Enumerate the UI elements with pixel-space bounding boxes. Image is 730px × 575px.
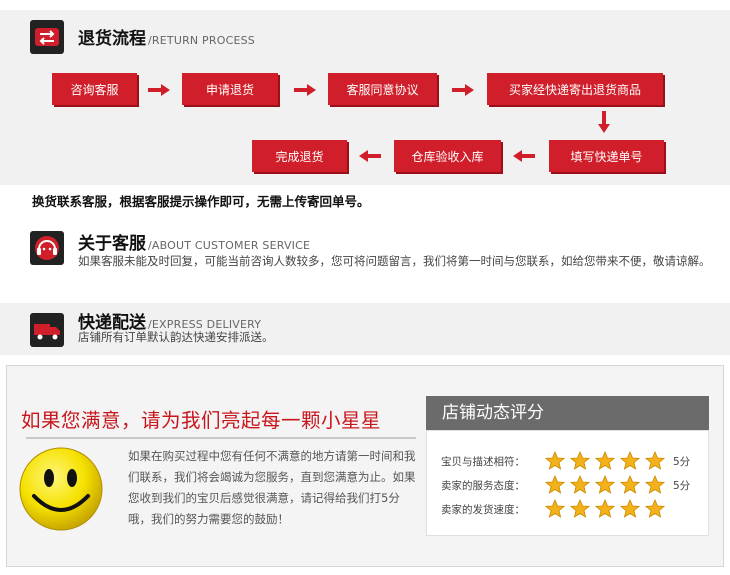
star-icon [620, 475, 640, 494]
about-service-text: 如果客服未能及时回复，可能当前咨询人数较多，您可将问题留言，我们将第一时间与您联… [78, 254, 711, 268]
delivery-truck-icon [30, 313, 64, 347]
step-fill-tracking: 填写快递单号 [549, 140, 664, 172]
star-icon [570, 451, 590, 470]
about-service-title: 关于客服/ABOUT CUSTOMER SERVICE [78, 229, 310, 254]
express-delivery-text: 店铺所有订单默认韵达快递安排派送。 [78, 330, 274, 344]
score-value: 5分 [673, 479, 691, 492]
step-complete-return: 完成退货 [252, 140, 347, 172]
star-icon [570, 475, 590, 494]
return-process-subtitle: /RETURN PROCESS [148, 34, 255, 47]
score-row-label: 卖家的发货速度： [441, 503, 525, 516]
about-service-title-text: 关于客服 [78, 234, 146, 254]
step-ship-return: 买家经快递寄出退货商品 [487, 73, 663, 105]
score-value: 5分 [673, 455, 691, 468]
star-icon [595, 475, 615, 494]
star-icon [645, 499, 665, 518]
star-icon [620, 499, 640, 518]
step-service-agree: 客服同意协议 [328, 73, 437, 105]
return-process-title-text: 退货流程 [78, 29, 146, 49]
return-arrows-icon [30, 20, 64, 54]
star-icon [645, 451, 665, 470]
arrow-down-icon [598, 111, 610, 133]
score-row-label: 卖家的服务态度： [441, 479, 525, 492]
about-service-subtitle: /ABOUT CUSTOMER SERVICE [148, 239, 311, 252]
step-warehouse-check: 仓库验收入库 [394, 140, 501, 172]
step-consult: 咨询客服 [52, 73, 137, 105]
step-apply-return: 申请退货 [182, 73, 278, 105]
return-process-title: 退货流程/RETURN PROCESS [78, 24, 255, 49]
star-icon [545, 499, 565, 518]
shop-score-body: 宝贝与描述相符： 5分 卖家的服务态度： 5分 卖家的发货速度： [426, 430, 709, 536]
arrow-right-icon [294, 84, 316, 96]
score-row-service: 卖家的服务态度： 5分 [441, 475, 690, 495]
arrow-left-icon [359, 150, 381, 162]
star-icon [545, 475, 565, 494]
star-icon [620, 451, 640, 470]
rating-divider [26, 437, 416, 439]
score-row-shipping: 卖家的发货速度： [441, 499, 673, 519]
shop-score-title: 店铺动态评分 [426, 396, 709, 430]
star-icon [595, 499, 615, 518]
arrow-left-icon [513, 150, 535, 162]
star-icon [595, 451, 615, 470]
score-row-label: 宝贝与描述相符： [441, 455, 525, 468]
rating-description: 如果在购买过程中您有任何不满意的地方请第一时间和我们联系，我们将会竭诚为您服务，… [128, 449, 416, 526]
star-icon [645, 475, 665, 494]
arrow-right-icon [148, 84, 170, 96]
star-rating [545, 451, 667, 471]
star-rating [545, 499, 667, 519]
star-icon [570, 499, 590, 518]
arrow-right-icon [452, 84, 474, 96]
exchange-note: 换货联系客服，根据客服提示操作即可，无需上传寄回单号。 [32, 194, 370, 209]
headset-icon [30, 231, 64, 265]
rating-title: 如果您满意，请为我们亮起每一颗小星星 [21, 409, 382, 432]
smiley-face-icon [19, 447, 103, 531]
star-icon [545, 451, 565, 470]
star-rating [545, 475, 667, 495]
score-row-description: 宝贝与描述相符： 5分 [441, 451, 690, 471]
